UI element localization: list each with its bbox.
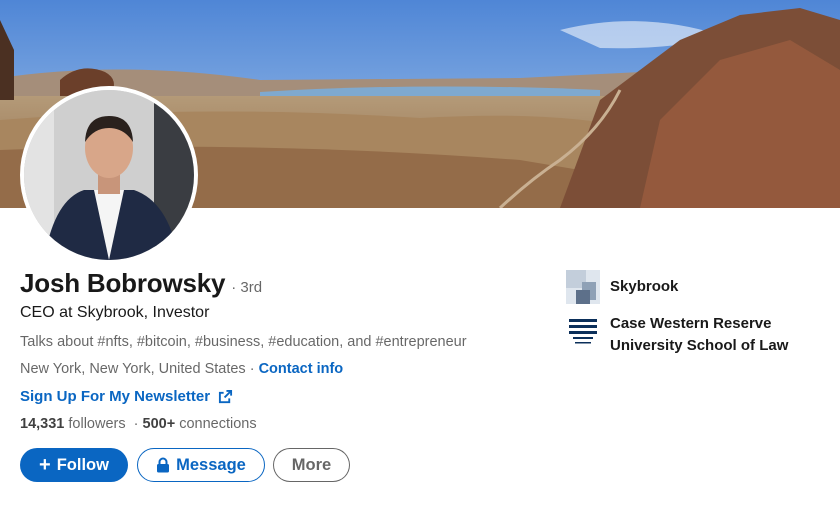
talks-about: Talks about #nfts, #bitcoin, #business, … xyxy=(20,334,467,350)
profile-photo[interactable] xyxy=(20,86,198,264)
org-name-case-western: Case Western Reserve University School o… xyxy=(610,315,789,354)
newsletter-label: Sign Up For My Newsletter xyxy=(20,388,211,405)
contact-info-link[interactable]: Contact info xyxy=(259,361,344,377)
location: New York, New York, United States xyxy=(20,361,246,377)
name-row: Josh Bobrowsky · 3rd xyxy=(20,268,262,299)
connections-label: connections xyxy=(175,416,257,432)
connections-count: 500+ xyxy=(142,416,176,432)
profile-headline: CEO at Skybrook, Investor xyxy=(20,304,210,321)
org-item-skybrook[interactable]: Skybrook xyxy=(566,270,810,304)
lock-icon xyxy=(157,457,170,473)
stats-separator: · xyxy=(125,416,143,432)
connection-degree: · 3rd xyxy=(231,279,263,296)
more-button[interactable]: More xyxy=(273,448,350,482)
message-label: Message xyxy=(176,455,246,474)
skybrook-logo xyxy=(566,270,600,304)
more-label: More xyxy=(291,455,332,474)
profile-name: Josh Bobrowsky xyxy=(20,268,226,298)
external-link-icon xyxy=(218,389,233,404)
plus-icon: + xyxy=(39,454,51,476)
follow-button[interactable]: + Follow xyxy=(20,448,128,482)
followers-count: 14,331 xyxy=(20,416,65,432)
message-button[interactable]: Message xyxy=(137,448,265,482)
org-item-case-western[interactable]: Case Western Reserve University School o… xyxy=(566,313,810,357)
newsletter-link[interactable]: Sign Up For My Newsletter xyxy=(20,388,233,405)
followers-label: followers xyxy=(64,416,126,432)
case-western-reserve-logo xyxy=(566,313,600,347)
follow-label: Follow xyxy=(56,455,109,474)
org-name-skybrook: Skybrook xyxy=(610,278,679,295)
avatar xyxy=(24,90,194,260)
location-row: New York, New York, United States · Cont… xyxy=(20,361,343,377)
location-separator: · xyxy=(245,361,259,377)
network-stats: 14,331 followers · 500+ connections xyxy=(20,416,257,432)
